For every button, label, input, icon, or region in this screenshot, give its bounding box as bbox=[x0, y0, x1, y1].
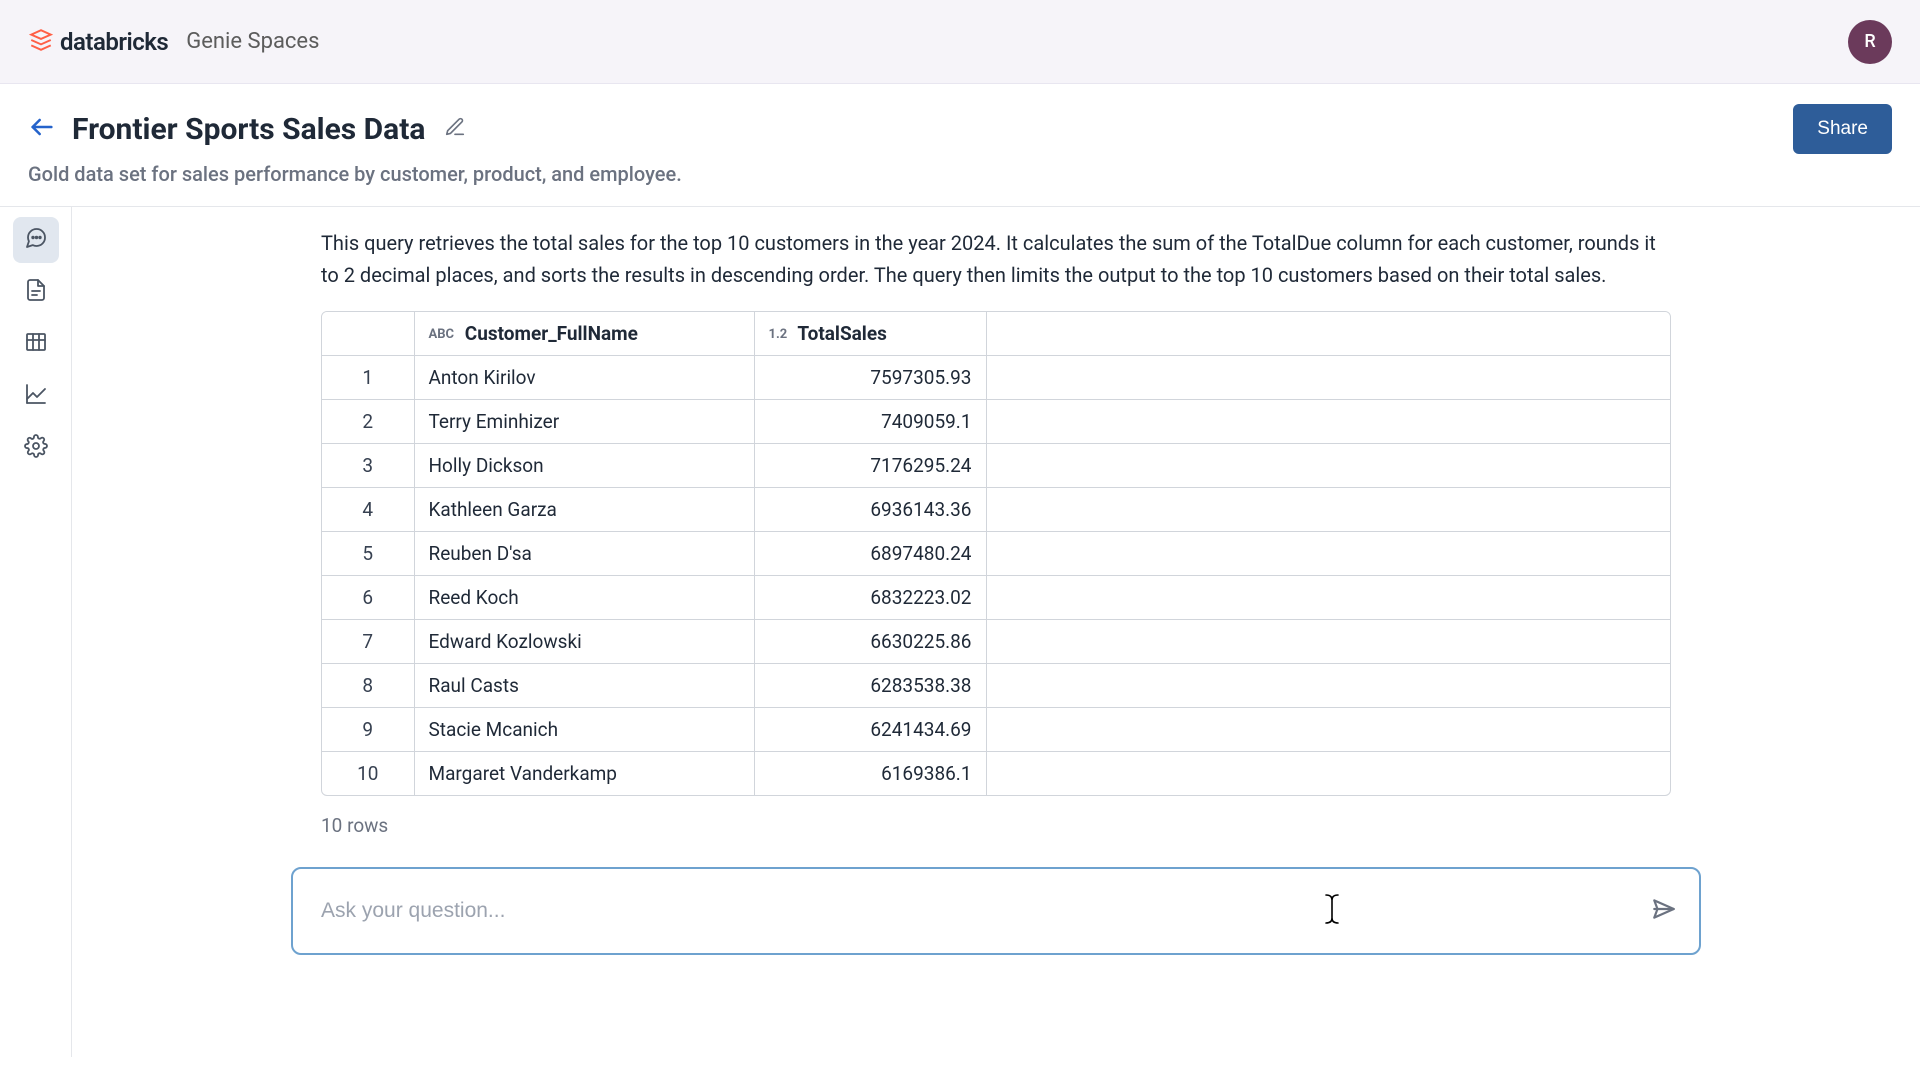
chat-input[interactable] bbox=[291, 867, 1701, 955]
cell-blank bbox=[986, 444, 1670, 488]
table-icon bbox=[24, 330, 48, 358]
sidebar bbox=[0, 207, 72, 1057]
table-row[interactable]: 6Reed Koch6832223.02 bbox=[322, 576, 1670, 620]
sidebar-item-settings[interactable] bbox=[13, 425, 59, 471]
row-index: 5 bbox=[322, 532, 414, 576]
top-bar: databricks Genie Spaces R bbox=[0, 0, 1920, 84]
page-header: Frontier Sports Sales Data Share bbox=[0, 84, 1920, 162]
edit-title-button[interactable] bbox=[441, 115, 469, 143]
table-row[interactable]: 4Kathleen Garza6936143.36 bbox=[322, 488, 1670, 532]
table-header-row: ABC Customer_FullName 1.2 TotalSales bbox=[322, 312, 1670, 356]
cell-total-sales: 7176295.24 bbox=[754, 444, 986, 488]
row-index: 9 bbox=[322, 708, 414, 752]
col-header-sales-label: TotalSales bbox=[797, 322, 886, 345]
page-subtitle: Gold data set for sales performance by c… bbox=[0, 162, 1920, 206]
cell-total-sales: 7597305.93 bbox=[754, 356, 986, 400]
chat-bubble-icon bbox=[24, 226, 48, 254]
back-button[interactable] bbox=[28, 115, 56, 143]
cell-blank bbox=[986, 620, 1670, 664]
send-icon bbox=[1651, 907, 1677, 926]
brand-name: databricks bbox=[60, 28, 168, 56]
line-chart-icon bbox=[24, 382, 48, 410]
body: This query retrieves the total sales for… bbox=[0, 207, 1920, 1057]
cell-blank bbox=[986, 400, 1670, 444]
cell-total-sales: 6169386.1 bbox=[754, 752, 986, 796]
cell-customer-name: Edward Kozlowski bbox=[414, 620, 754, 664]
table-row[interactable]: 9Stacie Mcanich6241434.69 bbox=[322, 708, 1670, 752]
cell-blank bbox=[986, 664, 1670, 708]
cell-blank bbox=[986, 532, 1670, 576]
cell-customer-name: Raul Casts bbox=[414, 664, 754, 708]
cell-blank bbox=[986, 576, 1670, 620]
brand-logo[interactable]: databricks bbox=[28, 27, 168, 57]
pencil-icon bbox=[444, 116, 466, 142]
document-icon bbox=[24, 278, 48, 306]
cell-blank bbox=[986, 356, 1670, 400]
cell-total-sales: 6630225.86 bbox=[754, 620, 986, 664]
sidebar-item-doc[interactable] bbox=[13, 269, 59, 315]
sidebar-item-chart[interactable] bbox=[13, 373, 59, 419]
cell-customer-name: Stacie Mcanich bbox=[414, 708, 754, 752]
avatar-initial: R bbox=[1864, 31, 1875, 52]
number-type-icon: 1.2 bbox=[769, 327, 788, 342]
table-row[interactable]: 7Edward Kozlowski6630225.86 bbox=[322, 620, 1670, 664]
cell-total-sales: 6936143.36 bbox=[754, 488, 986, 532]
cell-blank bbox=[986, 752, 1670, 796]
row-index-header bbox=[322, 312, 414, 356]
results-table: ABC Customer_FullName 1.2 TotalSales 1An… bbox=[322, 312, 1670, 795]
send-button[interactable] bbox=[1651, 896, 1677, 926]
user-avatar[interactable]: R bbox=[1848, 20, 1892, 64]
results-table-card: ABC Customer_FullName 1.2 TotalSales 1An… bbox=[321, 311, 1671, 796]
table-row[interactable]: 5Reuben D'sa6897480.24 bbox=[322, 532, 1670, 576]
row-count: 10 rows bbox=[321, 814, 1671, 837]
row-index: 2 bbox=[322, 400, 414, 444]
page-title: Frontier Sports Sales Data bbox=[72, 112, 425, 147]
breadcrumb[interactable]: Genie Spaces bbox=[186, 29, 319, 54]
chat-input-wrap bbox=[291, 867, 1701, 955]
cell-total-sales: 6897480.24 bbox=[754, 532, 986, 576]
arrow-left-icon bbox=[28, 113, 56, 145]
page-header-left: Frontier Sports Sales Data bbox=[28, 112, 469, 147]
cell-total-sales: 6832223.02 bbox=[754, 576, 986, 620]
col-header-name-label: Customer_FullName bbox=[465, 322, 638, 345]
main-content: This query retrieves the total sales for… bbox=[72, 207, 1920, 1057]
cell-customer-name: Kathleen Garza bbox=[414, 488, 754, 532]
cell-customer-name: Terry Eminhizer bbox=[414, 400, 754, 444]
row-index: 3 bbox=[322, 444, 414, 488]
sidebar-item-table[interactable] bbox=[13, 321, 59, 367]
databricks-logo-icon bbox=[28, 27, 54, 57]
table-row[interactable]: 1Anton Kirilov7597305.93 bbox=[322, 356, 1670, 400]
cell-total-sales: 7409059.1 bbox=[754, 400, 986, 444]
sidebar-item-chat[interactable] bbox=[13, 217, 59, 263]
cell-blank bbox=[986, 488, 1670, 532]
string-type-icon: ABC bbox=[429, 327, 455, 342]
top-bar-left: databricks Genie Spaces bbox=[28, 27, 319, 57]
row-index: 1 bbox=[322, 356, 414, 400]
gear-icon bbox=[24, 434, 48, 462]
table-row[interactable]: 3Holly Dickson7176295.24 bbox=[322, 444, 1670, 488]
cell-customer-name: Reed Koch bbox=[414, 576, 754, 620]
row-index: 10 bbox=[322, 752, 414, 796]
row-index: 4 bbox=[322, 488, 414, 532]
table-row[interactable]: 8Raul Casts6283538.38 bbox=[322, 664, 1670, 708]
cell-customer-name: Margaret Vanderkamp bbox=[414, 752, 754, 796]
cell-total-sales: 6283538.38 bbox=[754, 664, 986, 708]
row-index: 8 bbox=[322, 664, 414, 708]
cell-blank bbox=[986, 708, 1670, 752]
cell-total-sales: 6241434.69 bbox=[754, 708, 986, 752]
table-row[interactable]: 10Margaret Vanderkamp6169386.1 bbox=[322, 752, 1670, 796]
col-header-name[interactable]: ABC Customer_FullName bbox=[414, 312, 754, 356]
table-row[interactable]: 2Terry Eminhizer7409059.1 bbox=[322, 400, 1670, 444]
cell-customer-name: Reuben D'sa bbox=[414, 532, 754, 576]
row-index: 6 bbox=[322, 576, 414, 620]
query-description: This query retrieves the total sales for… bbox=[321, 227, 1671, 291]
cell-customer-name: Anton Kirilov bbox=[414, 356, 754, 400]
share-button[interactable]: Share bbox=[1793, 104, 1892, 154]
row-index: 7 bbox=[322, 620, 414, 664]
col-header-sales[interactable]: 1.2 TotalSales bbox=[754, 312, 986, 356]
col-header-blank bbox=[986, 312, 1670, 356]
cell-customer-name: Holly Dickson bbox=[414, 444, 754, 488]
